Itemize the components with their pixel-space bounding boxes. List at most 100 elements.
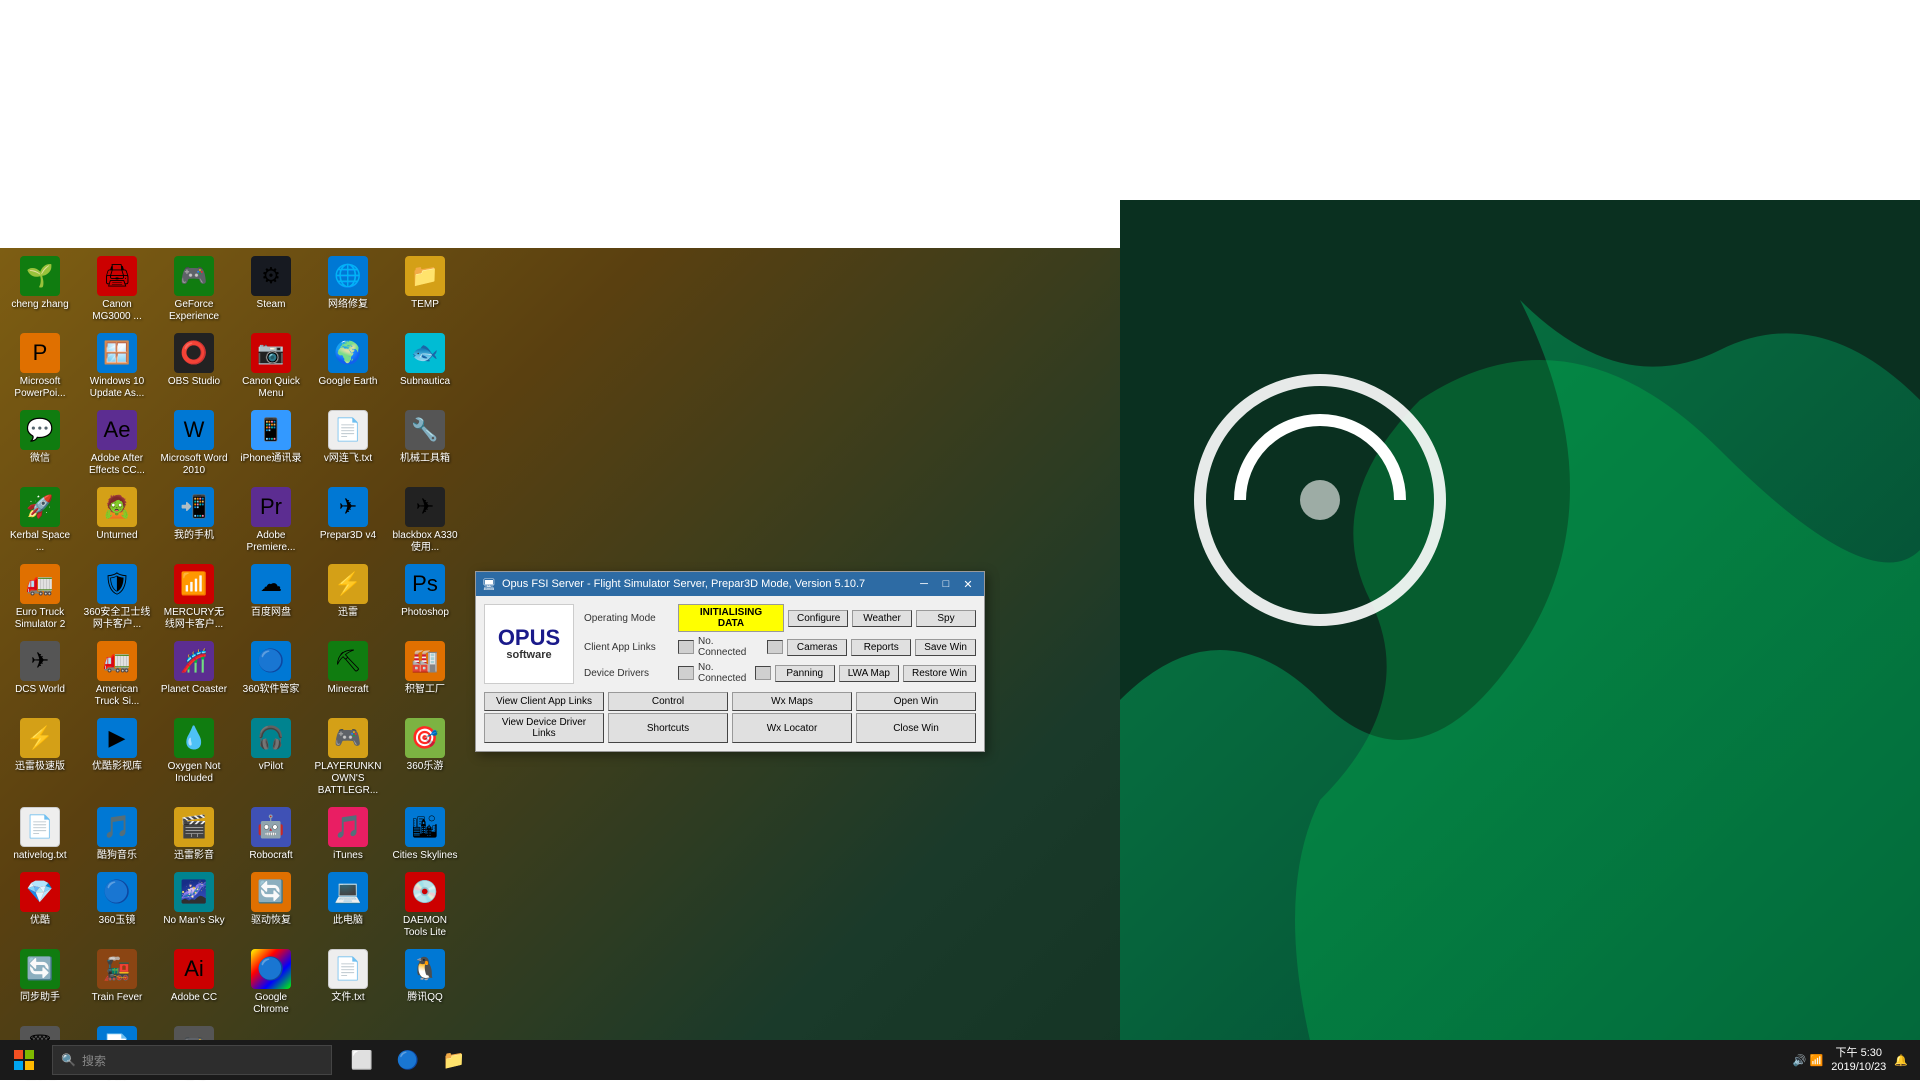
taskbar-clock[interactable]: 下午 5:30 2019/10/23	[1831, 1046, 1886, 1075]
desktop-icon-train-fever[interactable]: 🚂Train Fever	[81, 945, 153, 1020]
restore-win-button[interactable]: Restore Win	[903, 665, 976, 682]
desktop-icon-pubg[interactable]: 🎮PLAYERUNKNOWN'S BATTLEGR...	[312, 714, 384, 801]
desktop-icon-xunlei-speed[interactable]: ⚡迅雷极速版	[4, 714, 76, 801]
desktop-icon-prepar3d-v4[interactable]: ✈Prepar3D v4	[312, 483, 384, 558]
icon-label-adobe-cc: Adobe CC	[171, 992, 217, 1004]
desktop-icon-v-net[interactable]: 📄v网连飞.txt	[312, 406, 384, 481]
desktop-icon-qq-penguin[interactable]: 🐧腾讯QQ	[389, 945, 461, 1020]
desktop-icon-american-truck[interactable]: 🚛American Truck Si...	[81, 637, 153, 712]
taskbar-taskview[interactable]: ⬜	[340, 1040, 384, 1080]
desktop-icon-file-txt[interactable]: 📄文件.txt	[312, 945, 384, 1020]
icon-label-minecraft: Minecraft	[327, 684, 368, 696]
reports-button[interactable]: Reports	[851, 639, 911, 656]
desktop-icon-dcs-world[interactable]: ✈DCS World	[4, 637, 76, 712]
desktop-icon-wechat[interactable]: 💬微信	[4, 406, 76, 481]
taskbar-search[interactable]: 🔍 搜索	[52, 1045, 332, 1075]
opus-fsi-window[interactable]: 🖥 Opus FSI Server - Flight Simulator Ser…	[475, 571, 985, 752]
desktop-icon-planet-coaster[interactable]: 🎢Planet Coaster	[158, 637, 230, 712]
control-button[interactable]: Control	[608, 692, 728, 711]
shortcuts-button[interactable]: Shortcuts	[608, 713, 728, 743]
desktop-icon-adobe-cc[interactable]: AiAdobe CC	[158, 945, 230, 1020]
taskbar-notifications[interactable]: 🔔	[1894, 1054, 1908, 1067]
configure-button[interactable]: Configure	[788, 610, 848, 627]
desktop-icon-ms-powerpoint[interactable]: PMicrosoft PowerPoi...	[4, 329, 76, 404]
desktop-icon-recover[interactable]: 🔄驱动恢复	[235, 868, 307, 943]
desktop-icon-chengzhang[interactable]: 🌱cheng zhang	[4, 252, 76, 327]
desktop-icon-360-security[interactable]: 🛡360安全卫士线网卡客户...	[81, 560, 153, 635]
save-win-button[interactable]: Save Win	[915, 639, 976, 656]
desktop-icon-google-earth[interactable]: 🌍Google Earth	[312, 329, 384, 404]
desktop-icon-iphone-connect[interactable]: 📱iPhone通讯录	[235, 406, 307, 481]
spy-button[interactable]: Spy	[916, 610, 976, 627]
desktop-icon-kerbal-space[interactable]: 🚀Kerbal Space ...	[4, 483, 76, 558]
panning-button[interactable]: Panning	[775, 665, 835, 682]
desktop-icon-mechanic-tools[interactable]: 🔧机械工具箱	[389, 406, 461, 481]
lwa-map-button[interactable]: LWA Map	[839, 665, 899, 682]
desktop-icon-adobe-premiere[interactable]: PrAdobe Premiere...	[235, 483, 307, 558]
taskbar-explorer[interactable]: 📁	[432, 1040, 476, 1080]
desktop-icon-oxygen-not-included[interactable]: 💧Oxygen Not Included	[158, 714, 230, 801]
window-titlebar: 🖥 Opus FSI Server - Flight Simulator Ser…	[476, 572, 984, 596]
close-button[interactable]: ✕	[958, 576, 978, 592]
desktop-icon-daemon-tools[interactable]: 💿DAEMON Tools Lite	[389, 868, 461, 943]
desktop-icon-nativelog[interactable]: 📄nativelog.txt	[4, 803, 76, 866]
desktop-icon-temp[interactable]: 📁TEMP	[389, 252, 461, 327]
desktop-icon-canon-mg3000[interactable]: 🖨Canon MG3000 ...	[81, 252, 153, 327]
cameras-button[interactable]: Cameras	[787, 639, 847, 656]
desktop-icon-qqmusic[interactable]: 🎵酷狗音乐	[81, 803, 153, 866]
desktop-icon-canon-quick-menu[interactable]: 📷Canon Quick Menu	[235, 329, 307, 404]
icon-label-360-security: 360安全卫士线网卡客户...	[83, 607, 151, 631]
operating-mode-label: Operating Mode	[584, 613, 674, 624]
desktop-icon-ms-word-2010[interactable]: WMicrosoft Word 2010	[158, 406, 230, 481]
desktop-icon-lucky[interactable]: 💎优酷	[4, 868, 76, 943]
desktop-icon-robocraft[interactable]: 🤖Robocraft	[235, 803, 307, 866]
desktop-icon-win10-update[interactable]: 🪟Windows 10 Update As...	[81, 329, 153, 404]
desktop-icon-minecraft[interactable]: ⛏Minecraft	[312, 637, 384, 712]
desktop-icons-area: 🌱cheng zhang🖨Canon MG3000 ...🎮GeForce Ex…	[0, 248, 470, 1080]
desktop-icon-euro-truck-2[interactable]: 🚛Euro Truck Simulator 2	[4, 560, 76, 635]
view-client-app-links-button[interactable]: View Client App Links	[484, 692, 604, 711]
desktop-icon-360-game[interactable]: 🎯360乐游	[389, 714, 461, 801]
bottom-row-1: View Client App Links Control Wx Maps Op…	[484, 692, 976, 711]
desktop-icon-google-chrome[interactable]: 🔵Google Chrome	[235, 945, 307, 1020]
desktop-icon-360-yuanjing[interactable]: 🔵360玉镜	[81, 868, 153, 943]
open-win-button[interactable]: Open Win	[856, 692, 976, 711]
desktop-icon-itunes[interactable]: 🎵iTunes	[312, 803, 384, 866]
close-win-button[interactable]: Close Win	[856, 713, 976, 743]
icon-image-recover: 🔄	[251, 872, 291, 912]
desktop-icon-obs-studio[interactable]: ⭕OBS Studio	[158, 329, 230, 404]
desktop-icon-360-software[interactable]: 🔵360软件管家	[235, 637, 307, 712]
restore-button[interactable]: □	[936, 576, 956, 592]
icon-label-pubg: PLAYERUNKNOWN'S BATTLEGR...	[314, 761, 382, 797]
desktop-icon-subnautica[interactable]: 🐟Subnautica	[389, 329, 461, 404]
initialising-data-button[interactable]: INITIALISING DATA	[678, 604, 784, 632]
taskbar-items: ⬜ 🔵 📁	[340, 1040, 476, 1080]
desktop-icon-unturned[interactable]: 🧟Unturned	[81, 483, 153, 558]
wx-locator-button[interactable]: Wx Locator	[732, 713, 852, 743]
window-controls[interactable]: ─ □ ✕	[914, 576, 978, 592]
weather-button[interactable]: Weather	[852, 610, 912, 627]
desktop-icon-network-repair[interactable]: 🌐网络修复	[312, 252, 384, 327]
desktop-icon-cities-skylines[interactable]: 🏙Cities Skylines	[389, 803, 461, 866]
minimize-button[interactable]: ─	[914, 576, 934, 592]
desktop-icon-no-mans-sky[interactable]: 🌌No Man's Sky	[158, 868, 230, 943]
taskbar-edge[interactable]: 🔵	[386, 1040, 430, 1080]
desktop-icon-xunlei-player[interactable]: 🎬迅雷影音	[158, 803, 230, 866]
desktop-icon-baidu-net[interactable]: ☁百度网盘	[235, 560, 307, 635]
desktop-icon-my-phone[interactable]: 📲我的手机	[158, 483, 230, 558]
wx-maps-button[interactable]: Wx Maps	[732, 692, 852, 711]
desktop-icon-blackbox-a330[interactable]: ✈blackbox A330使用...	[389, 483, 461, 558]
desktop-icon-photoshop[interactable]: PsPhotoshop	[389, 560, 461, 635]
view-device-driver-links-button[interactable]: View Device Driver Links	[484, 713, 604, 743]
desktop-icon-steam[interactable]: ⚙Steam	[235, 252, 307, 327]
desktop-icon-mercury[interactable]: 📶MERCURY无线网卡客户...	[158, 560, 230, 635]
desktop-icon-vpilot[interactable]: 🎧vPilot	[235, 714, 307, 801]
desktop-icon-this-pc[interactable]: 💻此电脑	[312, 868, 384, 943]
desktop-icon-sync-helper[interactable]: 🔄同步助手	[4, 945, 76, 1020]
desktop-icon-thunder[interactable]: ⚡迅雷	[312, 560, 384, 635]
desktop-icon-adobe-ae[interactable]: AeAdobe After Effects CC...	[81, 406, 153, 481]
desktop-icon-geforce-experience[interactable]: 🎮GeForce Experience	[158, 252, 230, 327]
start-button[interactable]	[0, 1040, 48, 1080]
desktop-icon-youku[interactable]: ▶优酷影视库	[81, 714, 153, 801]
desktop-icon-jizhi-craft[interactable]: 🏭积智工厂	[389, 637, 461, 712]
